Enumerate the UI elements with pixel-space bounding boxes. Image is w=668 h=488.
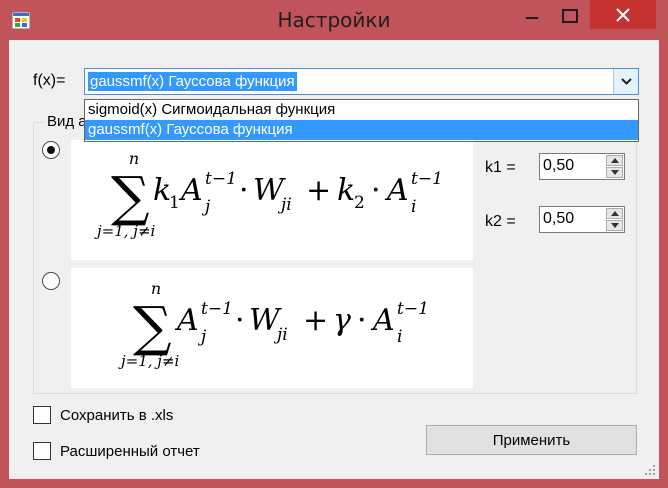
a2-superscript: t−1	[397, 299, 429, 319]
k1-decrement-button[interactable]	[606, 167, 623, 178]
extended-report-checkbox[interactable]	[33, 442, 51, 460]
settings-window: Настройки f(x)= gaussmf(x) Гауссова функ…	[0, 0, 668, 488]
apply-button[interactable]: Применить	[426, 425, 637, 455]
formula-radio-2[interactable]	[42, 272, 60, 290]
k2-subscript: 2	[354, 193, 365, 213]
dot-operator: ·	[239, 173, 249, 208]
groupbox-title: Вид а	[44, 113, 90, 130]
k2-spinbox[interactable]: 0,50	[539, 206, 625, 233]
sum-lower-limit: j=1, j≠i	[118, 352, 180, 370]
k1-value[interactable]: 0,50	[543, 157, 574, 175]
function-combobox[interactable]: gaussmf(x) Гауссова функция	[84, 68, 639, 95]
close-icon	[616, 8, 630, 22]
minimize-button[interactable]	[512, 0, 552, 30]
k2-value[interactable]: 0,50	[543, 210, 574, 228]
plus-operator: +	[306, 173, 331, 208]
save-xls-checkbox[interactable]	[33, 406, 51, 424]
a-symbol: A	[174, 303, 199, 338]
combobox-dropdown-button[interactable]	[613, 69, 638, 94]
plus-operator: +	[303, 303, 328, 338]
formula-image-2: n ∑ j=1, j≠i A t−1 j · W ji + γ · A t−1 …	[71, 268, 473, 388]
dialog-client-area: f(x)= gaussmf(x) Гауссова функция sigmoi…	[9, 40, 659, 479]
dropdown-option-gaussmf[interactable]: gaussmf(x) Гауссова функция	[85, 120, 638, 140]
close-button[interactable]	[590, 0, 656, 29]
dot-operator-2: ·	[371, 173, 381, 208]
sum-lower-limit: j=1, j≠i	[94, 222, 156, 240]
summation-sign: ∑	[133, 295, 172, 358]
formula-image-1: n ∑ j=1, j≠i k 1 A t−1 j · W ji + k 2 · …	[71, 140, 473, 260]
k1-spinbox[interactable]: 0,50	[539, 153, 625, 180]
dot-operator-2: ·	[357, 303, 367, 338]
a2-subscript: i	[411, 197, 416, 217]
k1-subscript: 1	[169, 193, 180, 213]
extended-report-label[interactable]: Расширенный отчет	[60, 443, 200, 460]
summation-sign: ∑	[111, 165, 150, 228]
a2-superscript: t−1	[411, 169, 443, 189]
a-superscript: t−1	[201, 299, 233, 319]
a2-symbol: A	[384, 173, 409, 208]
gamma-symbol: γ	[333, 303, 351, 338]
chevron-down-icon	[621, 78, 632, 85]
save-xls-label[interactable]: Сохранить в .xls	[60, 407, 173, 424]
maximize-icon	[562, 9, 578, 23]
k1-increment-button[interactable]	[606, 155, 623, 166]
title-bar[interactable]: Настройки	[0, 0, 668, 40]
k2-decrement-button[interactable]	[606, 220, 623, 231]
k2-symbol: k	[337, 173, 355, 208]
combobox-selected-value: gaussmf(x) Гауссова функция	[88, 72, 297, 91]
dropdown-option-sigmoid[interactable]: sigmoid(x) Сигмоидальная функция	[85, 100, 638, 120]
k2-label: k2 =	[485, 213, 516, 230]
a2-symbol: A	[370, 303, 395, 338]
k2-increment-button[interactable]	[606, 208, 623, 219]
function-dropdown-list: sigmoid(x) Сигмоидальная функция gaussmf…	[84, 99, 639, 142]
a-symbol: A	[178, 173, 203, 208]
formula-radio-1[interactable]	[42, 141, 60, 159]
resize-grip-icon[interactable]	[644, 464, 656, 476]
a-superscript: t−1	[205, 169, 237, 189]
k1-label: k1 =	[485, 159, 516, 176]
a2-subscript: i	[397, 327, 402, 347]
maximize-button[interactable]	[550, 0, 590, 30]
dot-operator: ·	[235, 303, 245, 338]
function-label: f(x)=	[33, 72, 66, 89]
minimize-icon	[526, 17, 538, 19]
